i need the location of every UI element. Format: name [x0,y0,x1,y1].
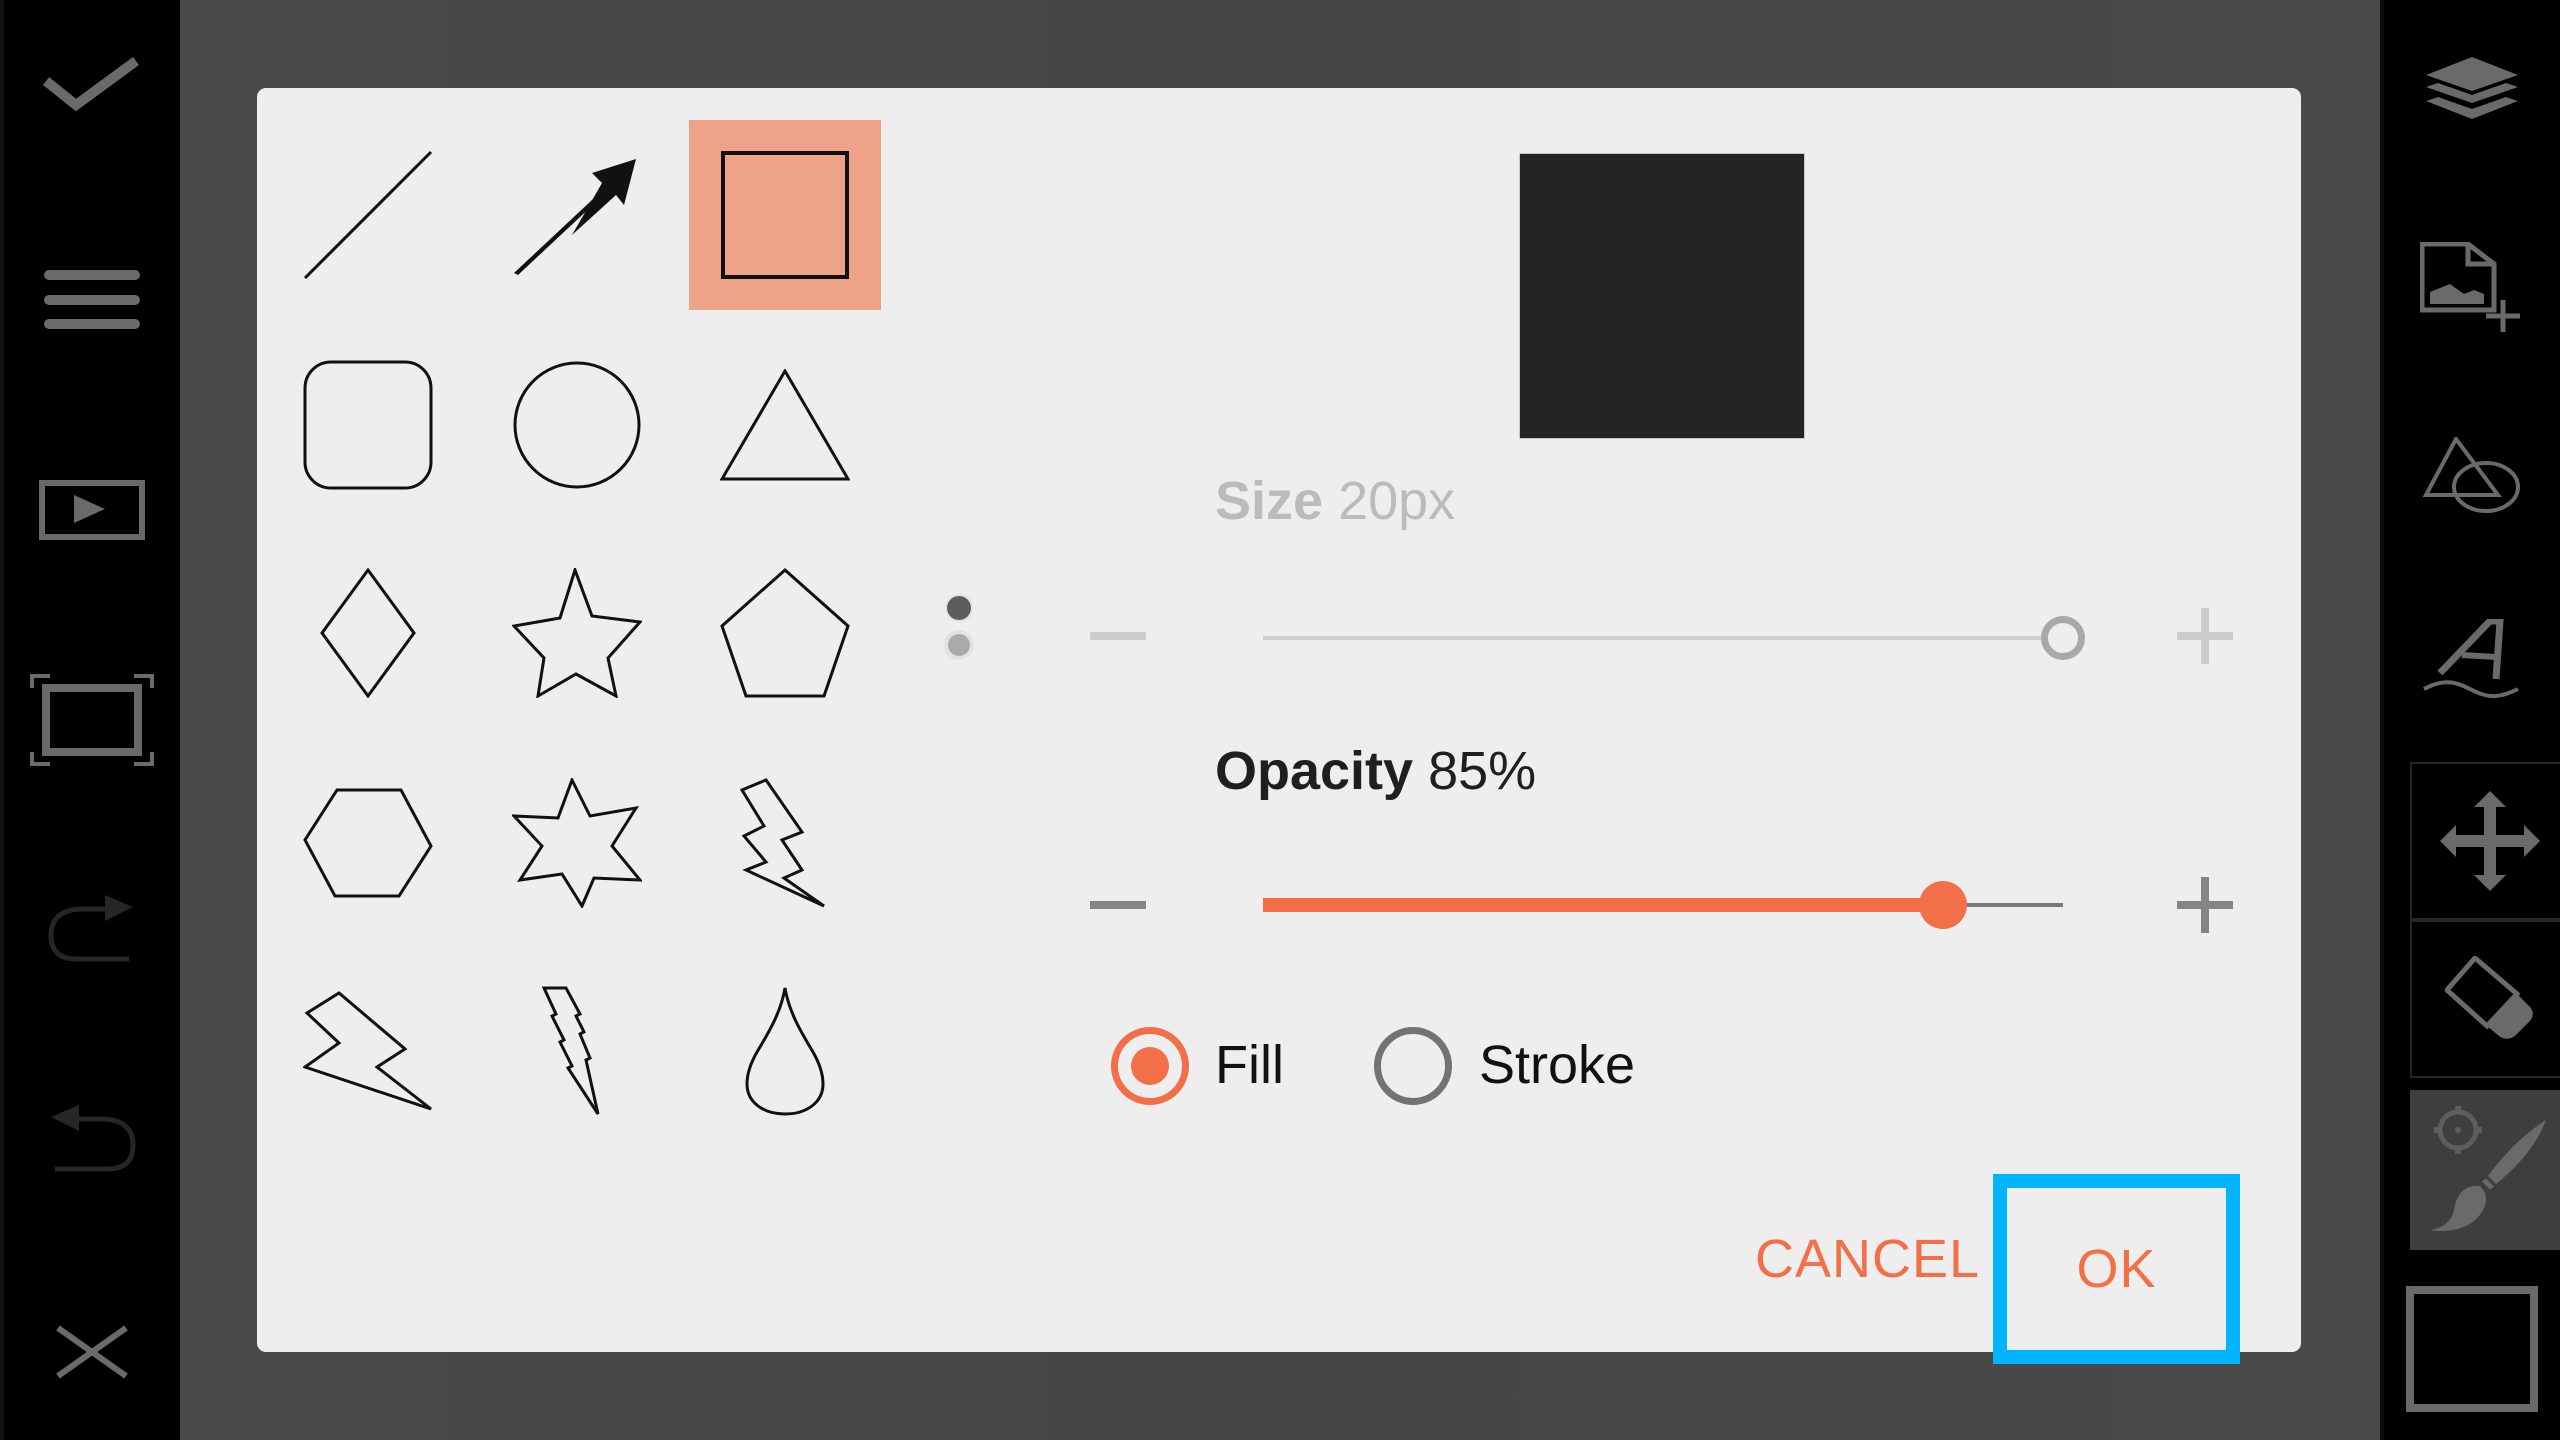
redo-icon [48,895,133,962]
ellipse-shape-icon [513,361,641,489]
opacity-decrease-button[interactable] [1088,875,1148,935]
undo-button[interactable] [4,1090,180,1190]
shape-triangle[interactable] [689,330,881,520]
lightning-bolt-icon [740,778,825,908]
five-point-star-icon [512,568,642,698]
drop-shape-icon [745,987,825,1116]
minus-icon [1090,901,1146,909]
shape-rectangle[interactable] [689,120,881,310]
cancel-button[interactable]: CANCEL [1755,1228,1980,1290]
checkmark-icon [42,56,139,112]
color-swatch-button[interactable] [2384,1284,2560,1414]
undo-icon [51,1105,136,1172]
layers-button[interactable] [2384,40,2560,140]
shape-line[interactable] [272,120,464,310]
size-decrease-button[interactable] [1088,606,1148,666]
hamburger-menu-icon [44,270,140,329]
add-image-button[interactable] [2384,225,2560,355]
shape-drop[interactable] [689,956,881,1146]
minus-icon [1090,632,1146,640]
lightning-bolt-narrow-icon [542,986,600,1115]
ok-button[interactable]: OK [1993,1174,2240,1364]
add-image-icon [2420,242,2520,332]
fill-radio[interactable] [1111,1027,1189,1105]
size-label-title: Size [1215,471,1324,531]
size-value: 20px [1338,471,1456,531]
color-swatch-icon [2406,1286,2538,1412]
eraser-tool-button[interactable] [2410,920,2560,1078]
redo-button[interactable] [4,880,180,980]
shape-dialog: Size 20px Opacity 85% Fill Stroke CANCEL… [257,88,2301,1364]
arrow-shape-icon [514,159,636,275]
stroke-radio-label[interactable]: Stroke [1479,1034,1635,1096]
opacity-slider-thumb[interactable] [1919,881,1967,929]
plus-icon [2177,877,2233,933]
fit-screen-button[interactable] [4,670,180,770]
eraser-icon [2445,956,2533,1039]
size-increase-button[interactable] [2175,606,2235,666]
confirm-button[interactable] [4,40,180,140]
menu-button[interactable] [4,250,180,350]
page-dot-2[interactable] [948,634,970,656]
rounded-rectangle-shape-icon [303,360,433,490]
shape-lightning-bolt-wide[interactable] [272,956,464,1146]
shape-ellipse[interactable] [481,330,673,520]
shape-diamond[interactable] [272,538,464,728]
shapes-icon [2422,437,2520,513]
play-button[interactable] [4,460,180,560]
shape-arrow[interactable] [481,120,673,310]
diamond-shape-icon [320,568,416,698]
rectangle-shape-icon [721,151,849,279]
hexagon-shape-icon [303,788,433,898]
shape-rounded-rectangle[interactable] [272,330,464,520]
size-label: Size 20px [1215,470,1455,532]
size-slider-thumb[interactable] [2041,616,2085,660]
move-tool-button[interactable] [2410,762,2560,920]
fullscreen-frame-icon [30,674,154,766]
move-icon [2440,791,2540,891]
shape-lightning-bolt-narrow[interactable] [481,956,673,1146]
play-icon [39,480,145,540]
shape-six-point-star[interactable] [481,748,673,938]
line-shape-icon [303,150,433,280]
pentagon-shape-icon [720,568,850,698]
shape-pentagon[interactable] [689,538,881,728]
opacity-value: 85% [1428,741,1537,801]
lightning-bolt-wide-icon [303,991,432,1111]
brush-settings-icon [2430,1106,2546,1232]
stroke-radio[interactable] [1374,1027,1452,1105]
text-icon [2423,619,2519,698]
shape-lightning-bolt[interactable] [689,748,881,938]
right-toolbar [2380,0,2560,1440]
size-slider-track[interactable] [1263,636,2063,640]
triangle-shape-icon [720,369,850,481]
opacity-label: Opacity 85% [1215,740,1536,802]
brush-tool-button[interactable] [2410,1090,2560,1250]
text-button[interactable] [2384,600,2560,720]
plus-icon [2177,608,2233,664]
shape-hexagon[interactable] [272,748,464,938]
page-dot-1[interactable] [947,596,971,620]
shapes-button[interactable] [2384,420,2560,530]
close-icon [56,1325,128,1379]
opacity-label-title: Opacity [1215,741,1414,801]
ok-button-label: OK [2076,1239,2157,1299]
opacity-increase-button[interactable] [2175,875,2235,935]
close-button[interactable] [4,1302,180,1402]
shape-preview [1520,154,1804,438]
left-toolbar [0,0,180,1440]
opacity-slider-fill [1263,898,1943,912]
fill-radio-label[interactable]: Fill [1215,1034,1284,1096]
shape-five-point-star[interactable] [481,538,673,728]
layers-icon [2426,57,2518,119]
six-point-star-icon [512,778,642,908]
